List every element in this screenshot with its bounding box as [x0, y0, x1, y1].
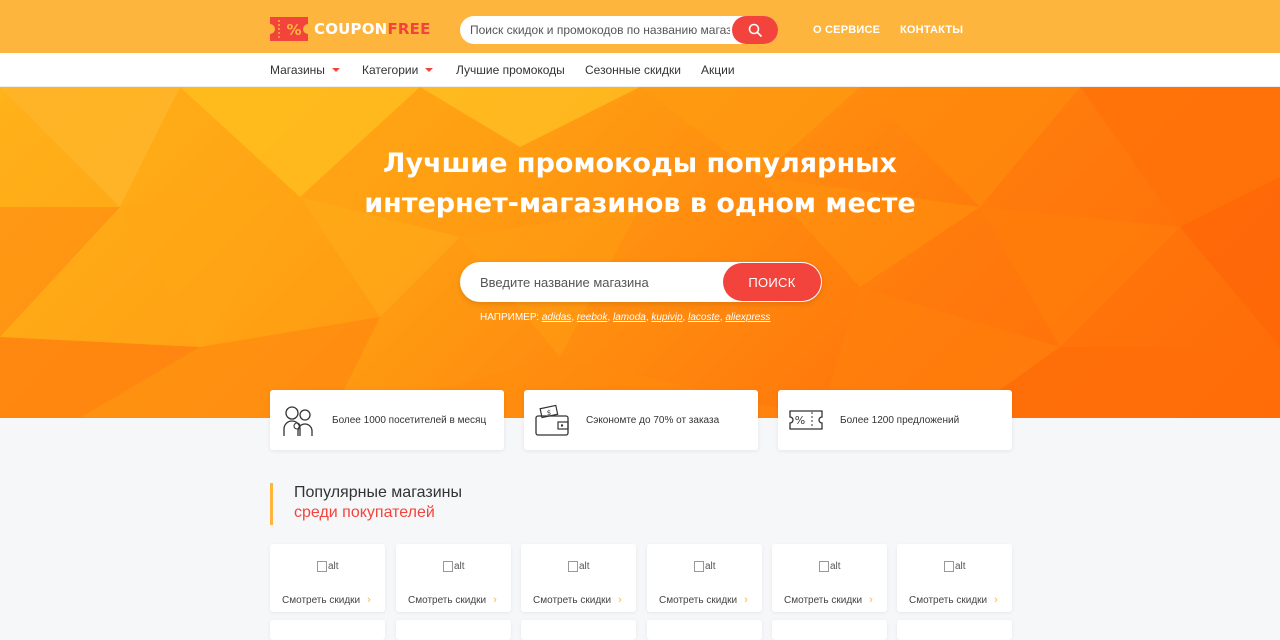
broken-image-icon — [443, 561, 453, 572]
chevron-right-icon: › — [869, 594, 873, 606]
store-logo-image: alt — [819, 561, 841, 572]
nav-promotions[interactable]: Акции — [701, 63, 735, 77]
view-discounts-link[interactable]: Смотреть скидки › — [533, 594, 622, 606]
store-card[interactable] — [396, 620, 511, 640]
svg-text:$: $ — [547, 409, 551, 417]
store-card[interactable]: alt Смотреть скидки › — [396, 544, 511, 612]
example-aliexpress[interactable]: aliexpress — [725, 312, 770, 323]
nav-categories[interactable]: Категории — [362, 63, 434, 77]
store-logo-image: alt — [443, 561, 465, 572]
coupon-icon: % — [789, 410, 823, 430]
caret-down-icon — [331, 68, 340, 72]
svg-text:%: % — [286, 21, 301, 39]
hero-title-line2: интернет-магазинов в одном месте — [364, 188, 916, 219]
chevron-right-icon: › — [994, 594, 998, 606]
store-card[interactable] — [647, 620, 762, 640]
top-search — [460, 16, 778, 44]
store-card[interactable] — [897, 620, 1012, 640]
coupon-logo-icon: % — [270, 17, 308, 41]
hero-search-button[interactable]: ПОИСК — [723, 263, 821, 301]
top-search-input[interactable] — [470, 16, 730, 44]
store-card[interactable]: alt Смотреть скидки › — [897, 544, 1012, 612]
store-logo-image: alt — [317, 561, 339, 572]
example-lamoda[interactable]: lamoda — [613, 312, 646, 323]
popular-stores-heading: Популярные магазины среди покупателей — [270, 483, 462, 525]
store-logo-image: alt — [694, 561, 716, 572]
chevron-right-icon: › — [618, 594, 622, 606]
nav-best-promocodes[interactable]: Лучшие промокоды — [456, 63, 565, 77]
section-title-line2: среди покупателей — [294, 504, 435, 521]
store-card[interactable]: alt Смотреть скидки › — [521, 544, 636, 612]
wallet-icon: $ — [535, 404, 569, 436]
logo[interactable]: % COUPONFREE — [270, 17, 431, 41]
feature-offers-text: Более 1200 предложений — [840, 414, 960, 426]
broken-image-icon — [694, 561, 704, 572]
view-discounts-link[interactable]: Смотреть скидки › — [784, 594, 873, 606]
nav-stores-label: Магазины — [270, 63, 325, 77]
nav-seasonal-discounts[interactable]: Сезонные скидки — [585, 63, 681, 77]
main-nav: Магазины Категории Лучшие промокоды Сезо… — [0, 53, 1280, 87]
nav-categories-label: Категории — [362, 63, 419, 77]
view-discounts-link[interactable]: Смотреть скидки › — [408, 594, 497, 606]
broken-image-icon — [317, 561, 327, 572]
store-card[interactable]: alt Смотреть скидки › — [772, 544, 887, 612]
hero-title: Лучшие промокоды популярных интернет-маг… — [0, 144, 1280, 224]
view-discounts-link[interactable]: Смотреть скидки › — [909, 594, 998, 606]
store-card[interactable]: alt Смотреть скидки › — [647, 544, 762, 612]
store-logo-image: alt — [568, 561, 590, 572]
example-reebok[interactable]: reebok — [577, 312, 608, 323]
example-lacoste[interactable]: lacoste — [688, 312, 720, 323]
chevron-right-icon: › — [744, 594, 748, 606]
broken-image-icon — [819, 561, 829, 572]
store-logo-image: alt — [944, 561, 966, 572]
visitors-icon — [283, 406, 313, 436]
top-bar: % COUPONFREE О СЕРВИСЕ КОНТАКТЫ — [0, 0, 1280, 53]
store-card[interactable] — [521, 620, 636, 640]
chevron-right-icon: › — [367, 594, 371, 606]
broken-image-icon — [568, 561, 578, 572]
about-service-link[interactable]: О СЕРВИСЕ — [813, 24, 880, 36]
view-discounts-link[interactable]: Смотреть скидки › — [282, 594, 371, 606]
store-card[interactable]: alt Смотреть скидки › — [270, 544, 385, 612]
store-card[interactable] — [772, 620, 887, 640]
examples-label: НАПРИМЕР: — [480, 312, 540, 323]
feature-savings: $ Сэкономте до 70% от заказа — [524, 390, 758, 450]
contacts-link[interactable]: КОНТАКТЫ — [900, 24, 963, 36]
feature-savings-text: Сэкономте до 70% от заказа — [586, 414, 720, 426]
view-discounts-link[interactable]: Смотреть скидки › — [659, 594, 748, 606]
broken-image-icon — [944, 561, 954, 572]
hero-banner: Лучшие промокоды популярных интернет-маг… — [0, 87, 1280, 418]
hero-search-input[interactable] — [480, 262, 710, 302]
hero-search: ПОИСК — [460, 262, 822, 302]
hero-title-line1: Лучшие промокоды популярных — [383, 148, 897, 179]
feature-visitors-text: Более 1000 посетителей в месяц — [332, 414, 487, 426]
search-examples: НАПРИМЕР: adidas, reebok, lamoda, kupivi… — [480, 312, 771, 323]
section-title-line1: Популярные магазины — [294, 484, 462, 501]
search-icon — [748, 23, 762, 37]
caret-down-icon — [425, 68, 434, 72]
top-search-button[interactable] — [732, 16, 778, 44]
feature-visitors: Более 1000 посетителей в месяц — [270, 390, 504, 450]
logo-text: COUPONFREE — [314, 20, 431, 38]
svg-text:%: % — [795, 414, 805, 427]
chevron-right-icon: › — [493, 594, 497, 606]
example-adidas[interactable]: adidas — [542, 312, 571, 323]
store-card[interactable] — [270, 620, 385, 640]
nav-stores[interactable]: Магазины — [270, 63, 340, 77]
polygon-background — [0, 87, 1280, 418]
feature-offers: % Более 1200 предложений — [778, 390, 1012, 450]
example-kupivip[interactable]: kupivip — [651, 312, 682, 323]
